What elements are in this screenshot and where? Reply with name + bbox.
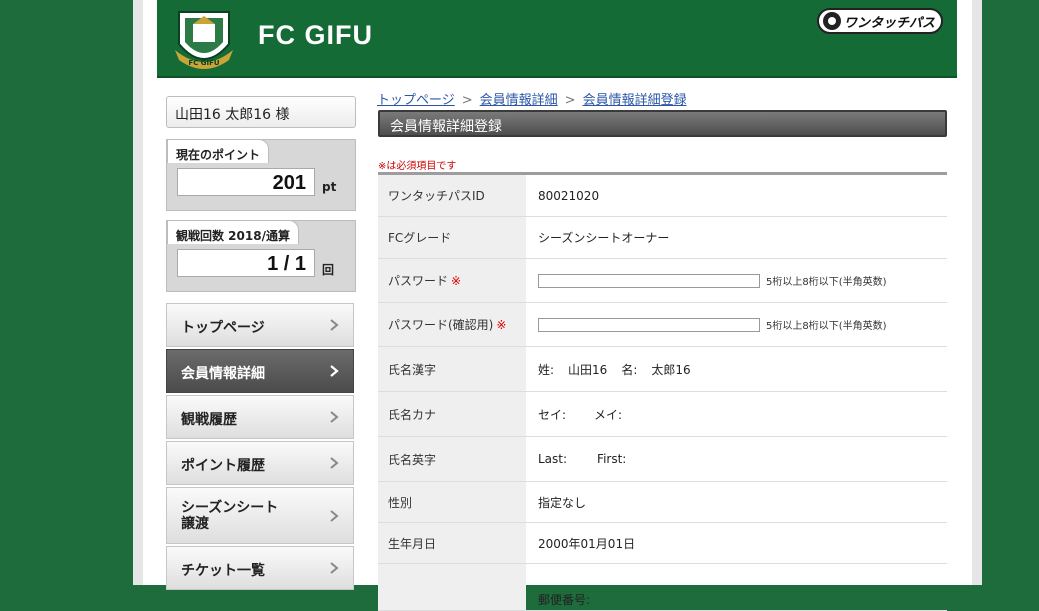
nav-item-ticket-list[interactable]: チケット一覧 <box>166 546 354 590</box>
password-confirm-input[interactable] <box>538 317 760 332</box>
chevron-right-icon <box>330 365 339 377</box>
nav-item-top-page[interactable]: トップページ <box>166 303 354 347</box>
breadcrumb-link-member-details[interactable]: 会員情報詳細 <box>480 93 558 108</box>
value-password-cell: 5桁以上8桁以下(半角英数) <box>526 259 947 302</box>
nav-item-member-details[interactable]: 会員情報詳細 <box>166 349 354 393</box>
password-confirm-hint: 5桁以上8桁以下(半角英数) <box>766 321 887 332</box>
section-title: 会員情報詳細登録 <box>378 110 947 137</box>
chevron-right-icon <box>330 562 339 574</box>
visits-label: 観戦回数 2018/通算 <box>167 220 299 244</box>
required-mark: ※ <box>496 317 507 332</box>
partner-logo-text: ワンタッチパス <box>844 15 936 31</box>
breadcrumb: トップページ > 会員情報詳細 > 会員情報詳細登録 <box>377 89 687 108</box>
points-panel: 現在のポイント 201 pt <box>166 139 356 211</box>
nav-item-label: ポイント履歴 <box>181 458 265 474</box>
user-name: 山田16 太郎16 様 <box>175 107 290 123</box>
nav-item-label-line1: シーズンシート <box>181 500 279 516</box>
member-form: ワンタッチパスID 80021020 FCグレード シーズンシートオーナー パス… <box>378 172 947 611</box>
breadcrumb-link-current[interactable]: 会員情報詳細登録 <box>583 93 687 108</box>
row-english-name: 氏名英字 Last: First: <box>378 437 947 482</box>
required-mark: ※ <box>451 273 462 288</box>
label-pass-id: ワンタッチパスID <box>378 175 526 216</box>
partner-logo[interactable]: ワンタッチパス <box>817 8 943 34</box>
label-english-name: 氏名英字 <box>378 437 526 481</box>
breadcrumb-separator-icon: > <box>461 93 473 108</box>
nav-item-season-seat-transfer[interactable]: シーズンシート 譲渡 <box>166 487 354 544</box>
chevron-right-icon <box>330 319 339 331</box>
label-address <box>378 564 526 610</box>
password-hint: 5桁以上8桁以下(半角英数) <box>766 277 887 288</box>
value-grade: シーズンシートオーナー <box>538 231 670 245</box>
label-password: パスワード <box>388 274 449 288</box>
row-address: 郵便番号: <box>378 564 947 611</box>
visits-panel: 観戦回数 2018/通算 1 / 1 回 <box>166 220 356 292</box>
sei-value: 山田16 <box>568 362 608 377</box>
postal-code-label: 郵便番号: <box>538 593 591 607</box>
nav-item-label: チケット一覧 <box>181 563 265 579</box>
nav-item-label: トップページ <box>181 320 265 336</box>
row-birthday: 生年月日 2000年01月01日 <box>378 523 947 564</box>
label-password-confirm: パスワード(確認用) <box>388 318 494 332</box>
visits-unit: 回 <box>322 263 335 277</box>
breadcrumb-separator-icon: > <box>564 93 576 108</box>
chevron-right-icon <box>330 457 339 469</box>
row-kanji-name: 氏名漢字 姓: 山田16 名: 太郎16 <box>378 347 947 392</box>
row-password-confirm: パスワード(確認用) ※ 5桁以上8桁以下(半角英数) <box>378 303 947 347</box>
label-birthday: 生年月日 <box>378 523 526 563</box>
nav-item-label: 会員情報詳細 <box>181 366 265 382</box>
label-gender: 性別 <box>378 482 526 522</box>
last-name-label: Last: <box>538 452 568 466</box>
breadcrumb-link-top[interactable]: トップページ <box>377 93 455 108</box>
value-kanji-name: 姓: 山田16 名: 太郎16 <box>526 347 947 391</box>
nav-item-label-line2: 譲渡 <box>181 516 209 532</box>
label-grade: FCグレード <box>378 217 526 258</box>
row-pass-id: ワンタッチパスID 80021020 <box>378 175 947 217</box>
row-grade: FCグレード シーズンシートオーナー <box>378 217 947 259</box>
label-kana-name: 氏名カナ <box>378 392 526 436</box>
sei-kana-label: セイ: <box>538 407 567 422</box>
first-name-label: First: <box>597 452 627 466</box>
nav-item-label: 観戦履歴 <box>181 412 237 428</box>
value-address: 郵便番号: <box>526 564 947 610</box>
value-birthday: 2000年01月01日 <box>538 536 636 551</box>
sei-label: 姓: <box>538 362 555 377</box>
value-english-name: Last: First: <box>526 437 947 481</box>
crest-text: FC GIFU <box>188 59 219 67</box>
nav-item-point-history[interactable]: ポイント履歴 <box>166 441 354 485</box>
points-label: 現在のポイント <box>167 139 270 163</box>
password-input[interactable] <box>538 273 760 288</box>
value-gender: 指定なし <box>538 495 587 510</box>
mei-value: 太郎16 <box>651 362 691 377</box>
required-note: ※は必須項目です <box>378 161 457 172</box>
label-kanji-name: 氏名漢字 <box>378 347 526 391</box>
value-kana-name: セイ: メイ: <box>526 392 947 436</box>
nav-item-watch-history[interactable]: 観戦履歴 <box>166 395 354 439</box>
chevron-right-icon <box>330 411 339 423</box>
mei-label: 名: <box>621 362 638 377</box>
club-name[interactable]: FC GIFU <box>258 20 373 51</box>
points-unit: pt <box>322 180 337 194</box>
value-pass-id: 80021020 <box>538 188 600 203</box>
club-crest-icon[interactable]: FC GIFU <box>171 4 237 74</box>
label-password-confirm-cell: パスワード(確認用) ※ <box>378 303 526 346</box>
site-header: FC GIFU FC GIFU ワンタッチパス <box>157 0 957 78</box>
soccer-ball-icon <box>823 12 841 30</box>
points-value: 201 <box>177 168 315 196</box>
visits-value: 1 / 1 <box>177 249 315 277</box>
row-gender: 性別 指定なし <box>378 482 947 523</box>
row-password: パスワード ※ 5桁以上8桁以下(半角英数) <box>378 259 947 303</box>
side-nav: トップページ 会員情報詳細 観戦履歴 ポイント履歴 シーズンシート 譲渡 チケッ… <box>166 303 354 592</box>
row-kana-name: 氏名カナ セイ: メイ: <box>378 392 947 437</box>
mei-kana-label: メイ: <box>594 407 623 422</box>
label-password-cell: パスワード ※ <box>378 259 526 302</box>
value-password-confirm-cell: 5桁以上8桁以下(半角英数) <box>526 303 947 346</box>
chevron-right-icon <box>330 509 339 522</box>
user-name-box: 山田16 太郎16 様 <box>166 96 356 128</box>
